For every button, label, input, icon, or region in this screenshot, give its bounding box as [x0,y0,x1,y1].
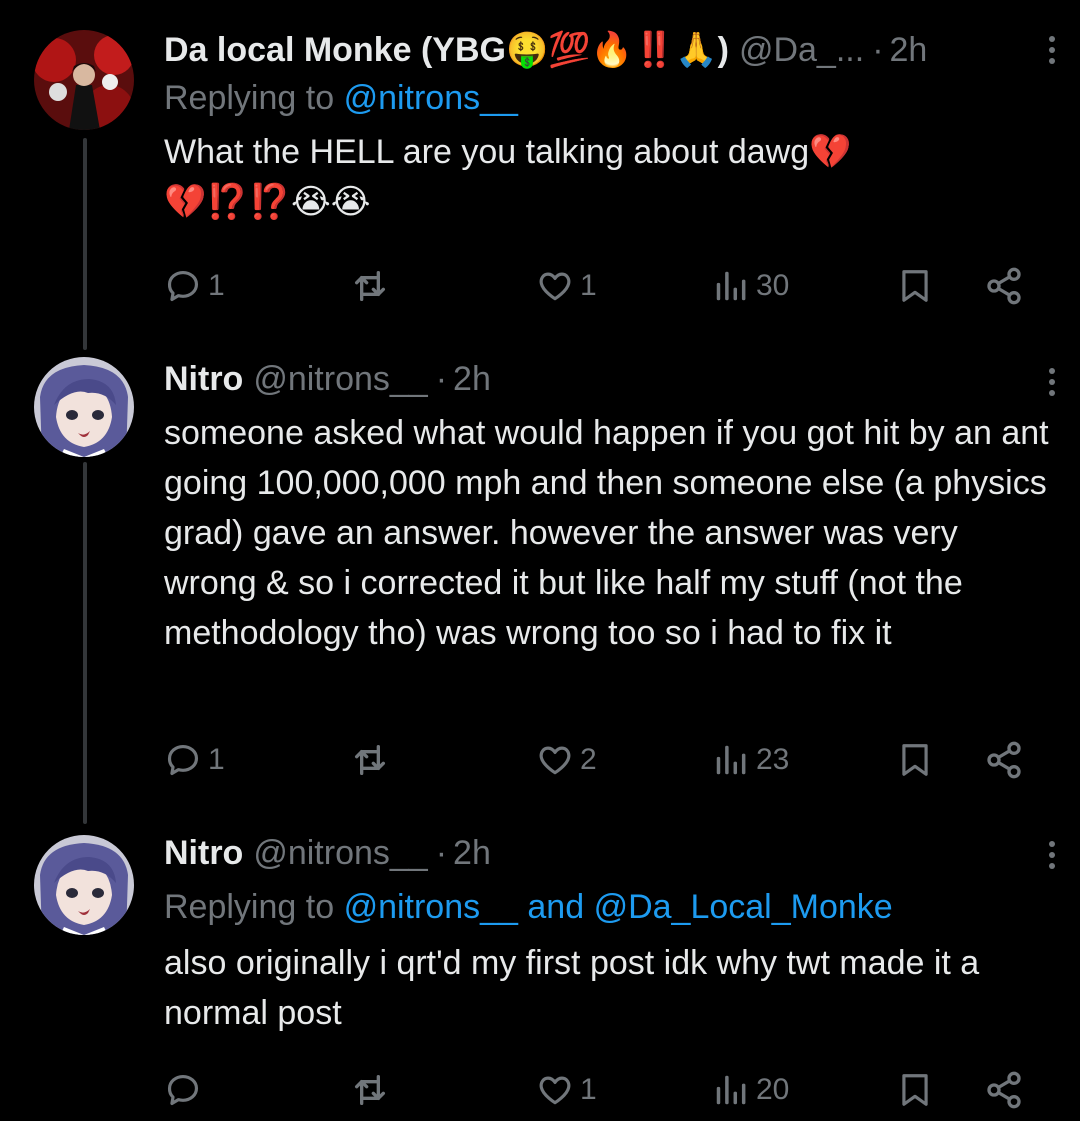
heart-icon [536,267,574,305]
reply-button[interactable]: 1 [164,261,225,311]
bookmark-button[interactable] [896,735,934,785]
action-bar: 1 1 30 [164,261,1026,311]
thread-line [83,138,87,350]
reply-icon [164,1071,202,1109]
share-button[interactable] [984,261,1024,311]
display-name[interactable]: Nitro [164,360,243,399]
avatar[interactable] [34,30,134,130]
views-button[interactable]: 20 [712,1065,789,1115]
like-count: 2 [580,743,597,776]
reply-button[interactable]: 1 [164,735,225,785]
replying-to-label: Replying to [164,888,335,926]
replying-to-mentions[interactable]: @nitrons__ and @Da_Local_Monke [344,888,893,926]
like-button[interactable]: 1 [536,1065,597,1115]
replying-to-label: Replying to [164,79,335,117]
like-button[interactable]: 1 [536,261,597,311]
action-bar: 1 2 23 [164,735,1026,785]
repost-icon [350,266,390,306]
handle[interactable]: @nitrons__ [253,834,427,873]
replying-to-mentions[interactable]: @nitrons__ [344,79,518,117]
bookmark-button[interactable] [896,261,934,311]
tweet-text: someone asked what would happen if you g… [164,414,1049,652]
share-button[interactable] [984,735,1024,785]
more-icon[interactable] [1040,835,1064,875]
handle[interactable]: @Da_... [739,31,864,70]
share-icon [984,266,1024,306]
like-button[interactable]: 2 [536,735,597,785]
bookmark-button[interactable] [896,1065,934,1115]
avatar[interactable] [34,835,134,935]
timestamp[interactable]: 2h [453,360,491,399]
repost-button[interactable] [350,735,396,785]
action-bar: 1 20 [164,1065,1026,1115]
views-icon [712,267,750,305]
reply-button[interactable] [164,1065,208,1115]
heart-icon [536,741,574,779]
views-button[interactable]: 23 [712,735,789,785]
views-icon [712,1071,750,1109]
views-icon [712,741,750,779]
reply-count: 1 [208,269,225,302]
separator-dot: · [872,30,884,69]
tweet-header: Nitro @nitrons__ · 2h [164,828,1050,878]
more-icon[interactable] [1040,362,1064,402]
handle[interactable]: @nitrons__ [253,360,427,399]
separator-dot: · [435,359,448,398]
views-count: 23 [756,743,790,776]
timestamp[interactable]: 2h [453,834,491,873]
avatar[interactable] [34,357,134,457]
separator-dot: · [435,833,448,872]
repost-button[interactable] [350,1065,396,1115]
timestamp[interactable]: 2h [890,31,928,70]
replying-to: Replying to @nitrons__ and @Da_Local_Mon… [164,884,1050,930]
repost-icon [350,1070,390,1110]
tweet-header: Da local Monke (YBG🤑💯🔥‼️🙏) @Da_... · 2h [164,25,1050,75]
views-button[interactable]: 30 [712,261,789,311]
share-button[interactable] [984,1065,1024,1115]
replying-to: Replying to @nitrons__ [164,75,1050,121]
reply-icon [164,741,202,779]
thread-line [83,462,87,824]
tweet-text: What the HELL are you talking about dawg… [164,133,852,221]
share-icon [984,740,1024,780]
display-name[interactable]: Da local Monke (YBG🤑💯🔥‼️🙏) [164,30,729,70]
repost-button[interactable] [350,261,396,311]
share-icon [984,1070,1024,1110]
bookmark-icon [896,1070,934,1110]
reply-count: 1 [208,743,225,776]
heart-icon [536,1071,574,1109]
tweet-header: Nitro @nitrons__ · 2h [164,354,1050,404]
more-icon[interactable] [1040,30,1064,70]
like-count: 1 [580,269,597,302]
views-count: 30 [756,269,790,302]
views-count: 20 [756,1073,790,1106]
bookmark-icon [896,740,934,780]
display-name[interactable]: Nitro [164,834,243,873]
repost-icon [350,740,390,780]
reply-icon [164,267,202,305]
bookmark-icon [896,266,934,306]
tweet-text: also originally i qrt'd my first post id… [164,944,980,1032]
like-count: 1 [580,1073,597,1106]
